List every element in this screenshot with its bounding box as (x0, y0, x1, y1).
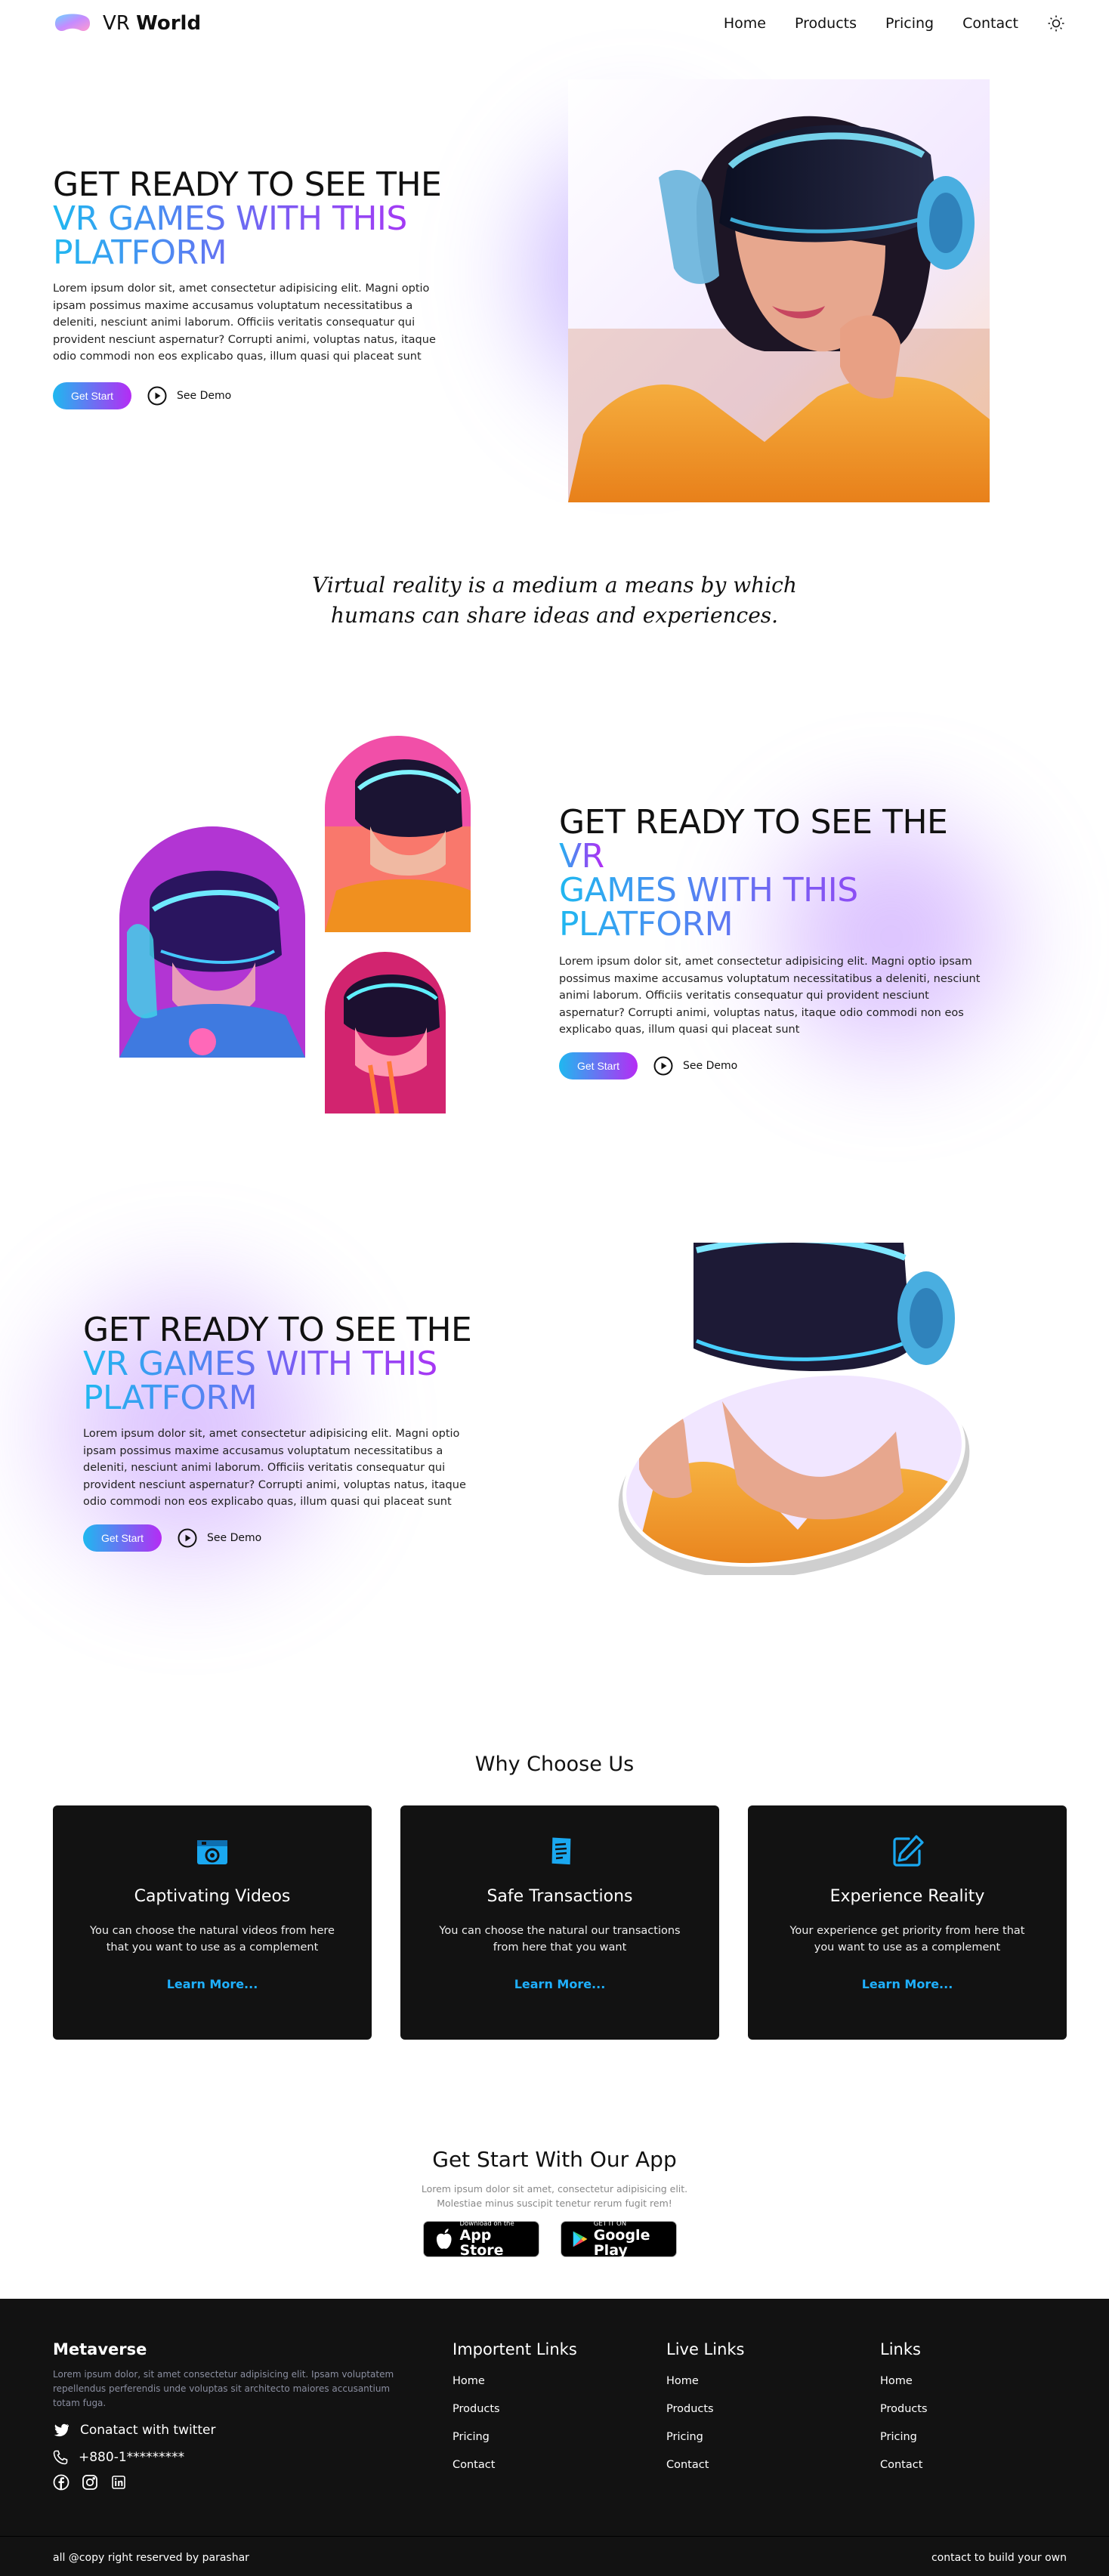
nav-home[interactable]: Home (724, 15, 766, 32)
hero-image (568, 79, 990, 502)
top-nav: VR World Home Products Pricing Contact (53, 0, 1065, 47)
phone-icon (53, 2450, 68, 2465)
feature-description: Lorem ipsum dolor sit, amet consectetur … (559, 956, 981, 1036)
feature-card: Experience Reality Your experience get p… (748, 1805, 1067, 2040)
play-icon (178, 1528, 197, 1547)
section3-text: GET READY TO SEE THE VR GAMES WITH THIS … (83, 1313, 476, 1552)
logo[interactable]: VR World (53, 11, 201, 36)
play-icon (653, 1056, 673, 1075)
card-text: Your experience get priority from here t… (789, 1925, 1025, 1954)
footer-description: Lorem ipsum dolor, sit amet consectetur … (53, 2369, 394, 2408)
feature-card: Safe Transactions You can choose the nat… (400, 1805, 719, 2040)
social-links (53, 2474, 408, 2491)
twitter-contact[interactable]: Conatact with twitter (53, 2423, 408, 2438)
footer-divider (0, 2536, 1109, 2537)
footer-bottom: all @copy right reserved by parashar con… (53, 2552, 1067, 2564)
card-title: Captivating Videos (134, 1887, 291, 1906)
footer-link-pricing[interactable]: Pricing (880, 2423, 928, 2451)
section3-description: Lorem ipsum dolor sit, amet consectetur … (83, 1428, 466, 1508)
see-demo-button[interactable]: See Demo (653, 1055, 737, 1076)
nav-pricing[interactable]: Pricing (885, 15, 934, 32)
footer-link-contact[interactable]: Contact (453, 2451, 577, 2479)
card-text: You can choose the natural our transacti… (439, 1925, 681, 1954)
footer-link-pricing[interactable]: Pricing (453, 2423, 577, 2451)
nav-contact[interactable]: Contact (962, 15, 1018, 32)
portal-image (609, 1237, 976, 1579)
footer-link-home[interactable]: Home (666, 2368, 745, 2395)
document-icon (551, 1837, 571, 1865)
footer-link-products[interactable]: Products (666, 2395, 745, 2423)
apple-icon (436, 2229, 452, 2249)
card-title: Experience Reality (829, 1887, 985, 1906)
gallery-image-top (325, 736, 471, 932)
footer-links: Links Home Products Pricing Contact (880, 2340, 928, 2479)
app-subtitle: Lorem ipsum dolor sit amet, consectetur … (421, 2183, 688, 2209)
feature-title: GET READY TO SEE THE VR GAMES WITH THIS … (559, 805, 990, 941)
nav-products[interactable]: Products (795, 15, 857, 32)
sun-icon[interactable] (1047, 14, 1065, 32)
footer-link-contact[interactable]: Contact (666, 2451, 745, 2479)
instagram-icon[interactable] (82, 2474, 98, 2491)
gallery-image-bottom (325, 952, 446, 1113)
gallery-image-large (119, 826, 305, 1058)
hero-text: GET READY TO SEE THE VR GAMES WITH THIS … (53, 168, 461, 409)
learn-more-link[interactable]: Learn More... (514, 1977, 606, 1991)
copyright: all @copy right reserved by parashar (53, 2552, 249, 2564)
footer-link-home[interactable]: Home (880, 2368, 928, 2395)
learn-more-link[interactable]: Learn More... (167, 1977, 258, 1991)
footer-link-contact[interactable]: Contact (880, 2451, 928, 2479)
footer-about: Metaverse Lorem ipsum dolor, sit amet co… (53, 2340, 408, 2491)
facebook-icon[interactable] (53, 2474, 70, 2491)
learn-more-link[interactable]: Learn More... (862, 1977, 953, 1991)
feature-card: Captivating Videos You can choose the na… (53, 1805, 372, 2040)
footer-important-links: Importent Links Home Products Pricing Co… (453, 2340, 577, 2479)
get-start-button[interactable]: Get Start (83, 1524, 162, 1552)
phone-contact[interactable]: +880-1********* (53, 2450, 408, 2465)
store-buttons: Download on the App Store GET IT ON Goog… (423, 2220, 677, 2258)
app-store-button[interactable]: Download on the App Store (423, 2220, 539, 2258)
footer-link-pricing[interactable]: Pricing (666, 2423, 745, 2451)
main-menu: Home Products Pricing Contact (724, 14, 1065, 32)
get-start-button[interactable]: Get Start (53, 381, 131, 409)
footer-link-products[interactable]: Products (453, 2395, 577, 2423)
play-icon (147, 386, 167, 405)
quote: Virtual reality is a medium a means by w… (312, 573, 797, 628)
build-contact[interactable]: contact to build your own (931, 2552, 1067, 2564)
google-play-icon (573, 2231, 588, 2247)
footer-live-links: Live Links Home Products Pricing Contact (666, 2340, 745, 2479)
footer-link-home[interactable]: Home (453, 2368, 577, 2395)
see-demo-button[interactable]: See Demo (147, 385, 231, 406)
why-title: Why Choose Us (474, 1753, 635, 1776)
edit-icon (893, 1835, 924, 1867)
footer-brand: Metaverse (53, 2340, 147, 2358)
hero-description: Lorem ipsum dolor sit, amet consectetur … (53, 283, 436, 363)
camera-icon (197, 1840, 227, 1864)
google-play-button[interactable]: GET IT ON Google Play (561, 2220, 677, 2258)
card-title: Safe Transactions (487, 1887, 633, 1906)
twitter-icon (54, 2423, 70, 2437)
see-demo-button[interactable]: See Demo (177, 1527, 261, 1549)
app-title: Get Start With Our App (432, 2147, 677, 2172)
footer: Metaverse Lorem ipsum dolor, sit amet co… (0, 2299, 1109, 2576)
card-text: You can choose the natural videos from h… (90, 1925, 335, 1954)
get-start-button[interactable]: Get Start (559, 1052, 638, 1080)
linkedin-icon[interactable] (110, 2474, 127, 2491)
features-cards: Captivating Videos You can choose the na… (53, 1805, 1067, 2040)
logo-icon (54, 14, 91, 32)
feature-text: GET READY TO SEE THE VR GAMES WITH THIS … (559, 805, 990, 1080)
section3-title: GET READY TO SEE THE VR GAMES WITH THIS … (83, 1313, 476, 1415)
logo-text: VR World (103, 12, 202, 35)
footer-link-products[interactable]: Products (880, 2395, 928, 2423)
hero-title: GET READY TO SEE THE VR GAMES WITH THIS … (53, 168, 461, 270)
